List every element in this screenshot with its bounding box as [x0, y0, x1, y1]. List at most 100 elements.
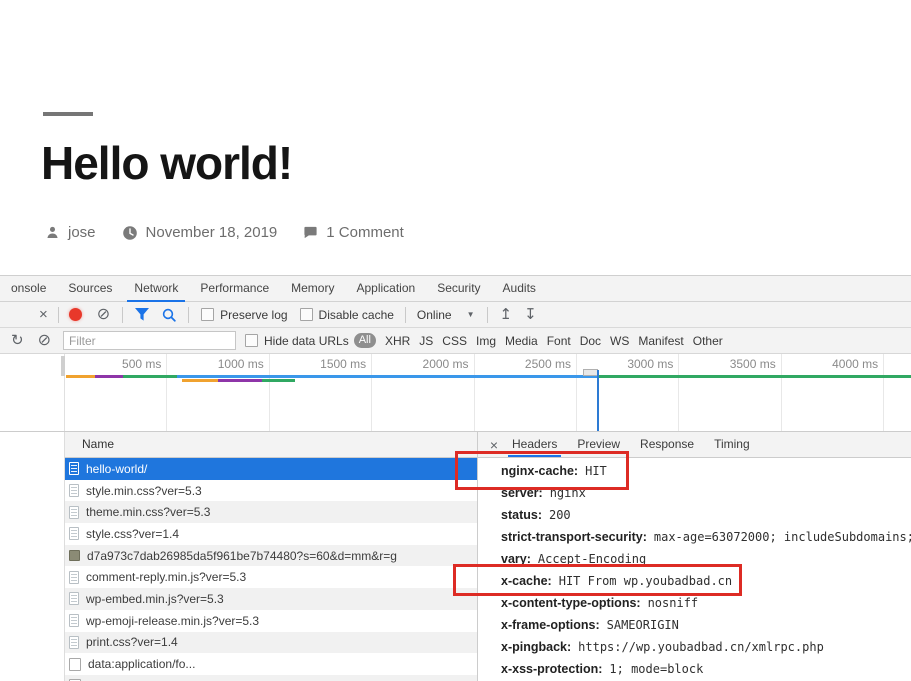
- header-value: nginx: [550, 486, 586, 500]
- devtools-tab[interactable]: onsole: [0, 276, 57, 301]
- overview-bar-segment: [95, 375, 123, 378]
- request-row[interactable]: data:application/fo...: [65, 653, 477, 675]
- filter-funnel-icon[interactable]: [135, 308, 149, 321]
- devtools-tab[interactable]: Application: [345, 276, 426, 301]
- header-entry: x-cache:HIT From wp.youbadbad.cn: [501, 570, 911, 592]
- request-row[interactable]: hello-world/: [65, 458, 477, 480]
- disable-cache-label[interactable]: Disable cache: [319, 308, 394, 322]
- response-headers-list: nginx-cache:HIT server:nginx status:200 …: [478, 458, 911, 680]
- header-key: server:: [501, 486, 543, 500]
- request-details-panel: × Headers Preview Response: [477, 432, 911, 681]
- overview-marker-handle[interactable]: [583, 369, 598, 376]
- timeline-overview[interactable]: 500 ms 1000 ms 1500 ms 2000 ms 2500 ms 3…: [0, 354, 911, 432]
- devtools-tab-label: Audits: [503, 281, 536, 295]
- hide-data-urls-checkbox[interactable]: [245, 334, 258, 347]
- header-key: x-cache:: [501, 574, 552, 588]
- toolbar-divider: [405, 307, 406, 323]
- preserve-log-checkbox[interactable]: [201, 308, 214, 321]
- request-row[interactable]: theme.min.css?ver=5.3: [65, 501, 477, 523]
- header-key: x-content-type-options:: [501, 596, 641, 610]
- header-value: 1; mode=block: [609, 662, 703, 676]
- preserve-log-label[interactable]: Preserve log: [220, 308, 287, 322]
- request-type-filter[interactable]: Other: [693, 334, 723, 348]
- request-row[interactable]: print.css?ver=1.4: [65, 632, 477, 654]
- details-tab-label: Headers: [512, 437, 557, 451]
- chevron-down-icon[interactable]: ▼: [467, 310, 475, 319]
- close-icon[interactable]: ×: [39, 307, 48, 322]
- person-icon: [45, 225, 60, 240]
- request-row[interactable]: [65, 675, 477, 681]
- filter-input[interactable]: [63, 331, 236, 350]
- request-type-filter[interactable]: Img: [476, 334, 496, 348]
- devtools-tab[interactable]: Memory: [280, 276, 345, 301]
- header-key: vary:: [501, 552, 531, 566]
- clear-icon[interactable]: ⊘: [97, 307, 110, 323]
- hide-data-urls-label[interactable]: Hide data URLs: [264, 334, 349, 348]
- request-type-filter[interactable]: Manifest: [638, 334, 683, 348]
- request-name: wp-embed.min.js?ver=5.3: [86, 592, 224, 606]
- close-details-icon[interactable]: ×: [486, 437, 502, 453]
- header-key: x-frame-options:: [501, 618, 600, 632]
- request-type-filter[interactable]: Font: [547, 334, 571, 348]
- disable-cache-checkbox[interactable]: [300, 308, 313, 321]
- search-icon[interactable]: [162, 308, 176, 322]
- request-type-filter[interactable]: CSS: [442, 334, 467, 348]
- throttling-select[interactable]: Online: [417, 308, 452, 322]
- devtools-panel: onsole Sources Network Performance Memor…: [0, 275, 911, 680]
- devtools-tab[interactable]: Audits: [492, 276, 547, 301]
- request-row[interactable]: style.css?ver=1.4: [65, 523, 477, 545]
- request-type-filter[interactable]: Media: [505, 334, 538, 348]
- timeline-tick-label: 2500 ms: [475, 354, 577, 431]
- import-har-icon[interactable]: ↥: [500, 307, 513, 322]
- name-column-header[interactable]: Name: [65, 432, 477, 458]
- network-filterbar: ↻ ⊘ Hide data URLs All XHR JS CSS Img Me…: [0, 328, 911, 354]
- request-row[interactable]: wp-embed.min.js?ver=5.3: [65, 588, 477, 610]
- toolbar-divider: [122, 307, 123, 323]
- record-button[interactable]: [69, 308, 82, 321]
- details-tab-label: Timing: [714, 437, 750, 451]
- request-row[interactable]: d7a973c7dab26985da5f961be7b74480?s=60&d=…: [65, 545, 477, 567]
- reload-icon[interactable]: ↻: [11, 333, 24, 348]
- request-name: theme.min.css?ver=5.3: [86, 505, 210, 519]
- request-row[interactable]: style.min.css?ver=5.3: [65, 480, 477, 502]
- timeline-ruler: 500 ms 1000 ms 1500 ms 2000 ms 2500 ms 3…: [64, 354, 911, 431]
- comments-meta[interactable]: 1 Comment: [303, 224, 404, 241]
- details-tab[interactable]: Response: [630, 432, 704, 457]
- request-row[interactable]: comment-reply.min.js?ver=5.3: [65, 566, 477, 588]
- request-type-filter[interactable]: XHR: [385, 334, 410, 348]
- request-list-panel: Name hello-world/ style.min.css?ver=5.3 …: [64, 432, 477, 681]
- header-key: x-pingback:: [501, 640, 571, 654]
- request-name: comment-reply.min.js?ver=5.3: [86, 570, 246, 584]
- header-entry: status:200: [501, 504, 911, 526]
- devtools-tab-label: Sources: [68, 281, 112, 295]
- overview-left-handle[interactable]: [61, 356, 65, 376]
- details-tab[interactable]: Headers: [502, 432, 567, 457]
- timeline-tick-label: 3000 ms: [577, 354, 679, 431]
- details-tab[interactable]: Preview: [567, 432, 630, 457]
- request-row[interactable]: wp-emoji-release.min.js?ver=5.3: [65, 610, 477, 632]
- overview-bar-segment: [66, 375, 95, 378]
- devtools-tab[interactable]: Network: [123, 276, 189, 301]
- header-entry: nginx-cache:HIT: [501, 460, 911, 482]
- overview-bar-segment: [182, 379, 218, 382]
- devtools-tab-label: Application: [356, 281, 415, 295]
- export-har-icon[interactable]: ↧: [524, 307, 537, 322]
- details-tab[interactable]: Timing: [704, 432, 760, 457]
- block-icon[interactable]: ⊘: [38, 333, 51, 349]
- clock-icon: [122, 225, 138, 241]
- author-meta[interactable]: jose: [45, 224, 96, 241]
- overview-bar-segment: [218, 379, 262, 382]
- header-value: HIT: [585, 464, 607, 478]
- details-tab-label: Response: [640, 437, 694, 451]
- request-type-filter[interactable]: WS: [610, 334, 629, 348]
- devtools-tab[interactable]: Performance: [189, 276, 280, 301]
- request-type-filter[interactable]: JS: [419, 334, 433, 348]
- request-name: d7a973c7dab26985da5f961be7b74480?s=60&d=…: [87, 549, 397, 563]
- post-date: November 18, 2019: [146, 224, 278, 241]
- devtools-tab[interactable]: Sources: [57, 276, 123, 301]
- devtools-tab[interactable]: Security: [426, 276, 491, 301]
- request-type-filter[interactable]: Doc: [580, 334, 601, 348]
- timeline-tick-label: 1000 ms: [167, 354, 269, 431]
- request-type-filter[interactable]: All: [354, 333, 376, 348]
- header-key: strict-transport-security:: [501, 530, 647, 544]
